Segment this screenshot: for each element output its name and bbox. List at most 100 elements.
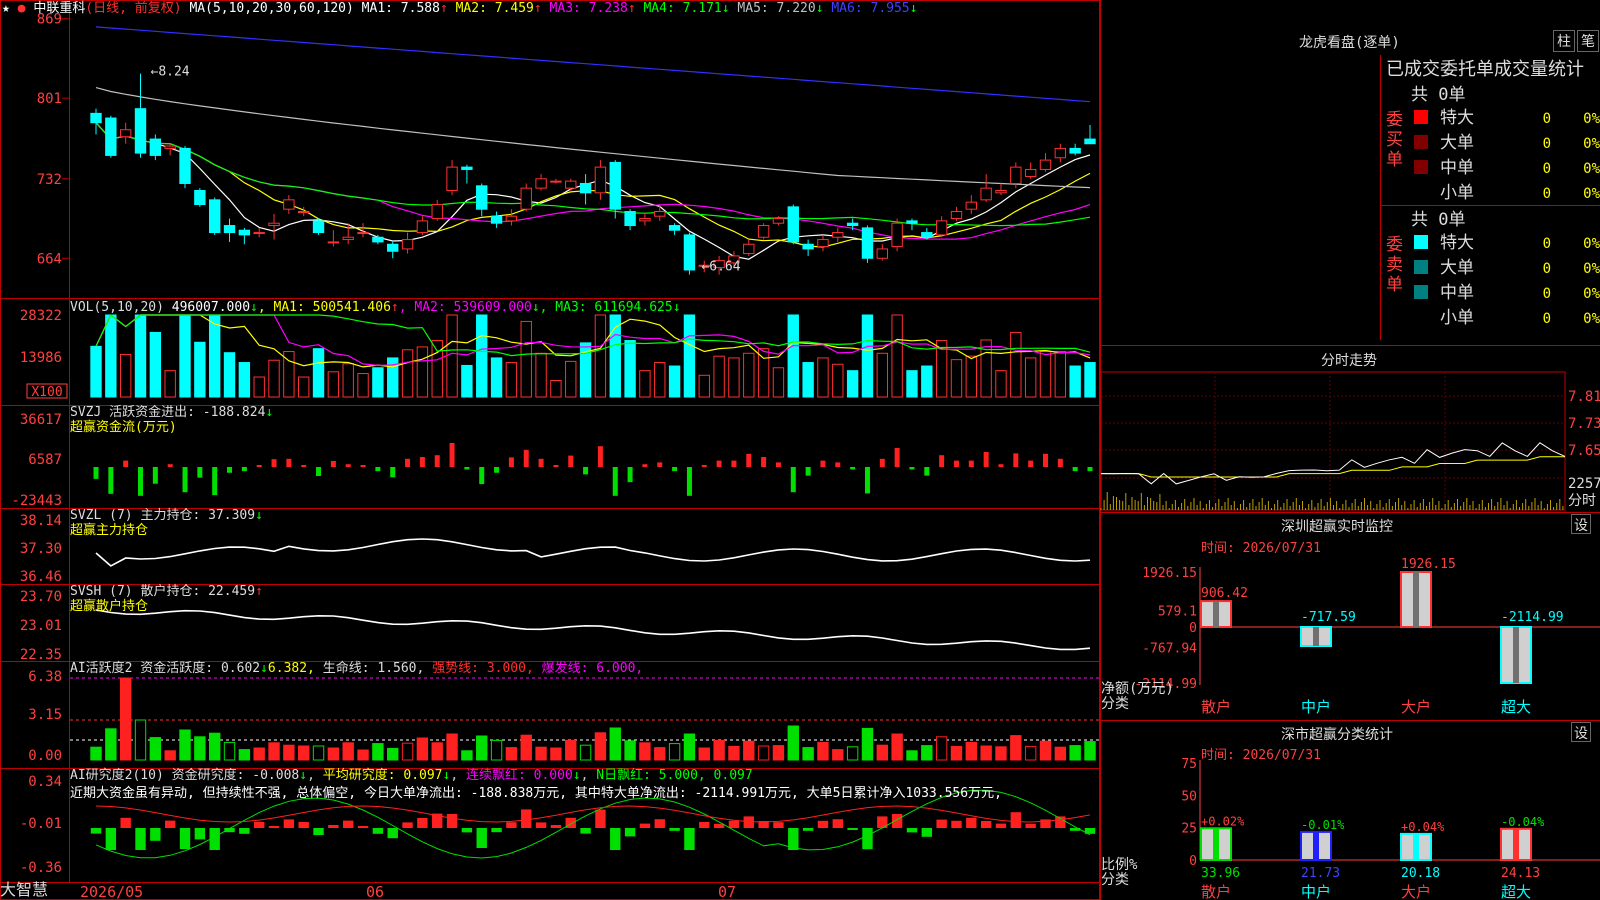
volume-bar (268, 359, 280, 398)
stat-tabs[interactable]: 已成交委托单成交量统计 (1386, 55, 1584, 81)
activity-bar (490, 739, 503, 761)
volume-bar (832, 363, 844, 398)
activity-bar (149, 737, 162, 761)
activity-bar (639, 742, 651, 761)
research-bar (580, 828, 591, 834)
research-bar (461, 828, 473, 833)
sz-monitor-settings-button[interactable]: 设 (1571, 514, 1591, 534)
candle-body (1069, 147, 1081, 154)
research-bar (491, 828, 502, 833)
star-icon[interactable]: ★ (2, 1, 10, 16)
zhu-button[interactable]: 柱 (1553, 30, 1575, 52)
fund-flow-bar (998, 464, 1004, 467)
research-bar (817, 820, 829, 828)
ma-arrow: ↑ (533, 1, 550, 16)
fund-flow-bar (1042, 453, 1048, 467)
activity-bar (416, 737, 429, 761)
ai1-tick-label: 0.00 (28, 748, 62, 764)
activity-bar (387, 747, 399, 761)
activity-bar (980, 745, 992, 761)
candle-body (846, 222, 859, 227)
activity-bar (698, 747, 710, 761)
activity-bar (906, 750, 918, 761)
vol-ma-item: , MA2: 539609.000 (398, 300, 532, 315)
fund-flow-bar (805, 467, 811, 476)
candle-body (342, 236, 354, 241)
activity-bar (861, 727, 874, 761)
candle-body (891, 222, 903, 248)
fund-flow-bar (271, 459, 277, 467)
volume-bar (401, 349, 414, 398)
ma-item: MA5: 7.220 (737, 1, 816, 16)
vol-ma-item: , MA1: 500541.406 (257, 300, 391, 315)
activity-bar (312, 745, 325, 761)
activity-bar (134, 719, 147, 761)
research-bar (639, 823, 651, 828)
volume-bar (654, 362, 666, 398)
research-bar (936, 819, 947, 828)
volume-bar (683, 314, 696, 398)
ma-arrow: ↓ (909, 1, 918, 16)
candle-body (223, 225, 236, 234)
fund-flow-bar (553, 465, 559, 467)
fenshi-title: 分时走势 (1321, 353, 1377, 369)
volume-bar (772, 367, 785, 398)
ai1-label: AI活跃度2 资金活跃度: 0.602 (70, 661, 261, 676)
candle-body (757, 225, 770, 238)
svzl-arrow: ↓ (255, 508, 263, 523)
fund-flow-bar (701, 465, 707, 467)
research-bar (521, 809, 532, 828)
fund-flow-bar (330, 461, 336, 467)
research-bar (387, 828, 398, 839)
candle-body (327, 241, 340, 244)
volume-bar (639, 370, 651, 398)
candle-body (164, 145, 176, 149)
candle-body (683, 234, 696, 271)
bi-button[interactable]: 笔 (1577, 30, 1599, 52)
candle-body (1039, 159, 1052, 170)
research-bar (446, 814, 458, 828)
volume-bar (1039, 351, 1052, 398)
ai2-tick-label: -0.36 (20, 860, 62, 876)
fund-flow-bar (790, 467, 796, 493)
fund-flow-bar (523, 449, 529, 467)
sz-monitor-time: 时间: 2026/07/31 (1201, 541, 1321, 556)
fund-flow-bar (924, 467, 930, 476)
price-tick-label: 664 (37, 251, 62, 267)
volume-bar (950, 359, 963, 398)
color-dot-icon: ● (17, 1, 26, 16)
candle-body (357, 232, 369, 235)
fund-flow-bar (212, 467, 218, 496)
research-bar (135, 828, 146, 850)
fund-flow-bar (612, 467, 618, 496)
activity-bar (1024, 745, 1037, 761)
fund-flow-bar (583, 467, 589, 475)
research-bar (669, 828, 680, 831)
svsh-sub: 超赢散户持仓 (70, 599, 149, 614)
activity-bar (728, 745, 740, 761)
activity-bar (446, 733, 458, 761)
vol-ma-arrow: ↓ (531, 300, 540, 315)
activity-bar (357, 749, 369, 761)
svsh-header: SVSH (7) 散户持仓: 22.459↑ 超赢散户持仓 (70, 584, 263, 614)
research-bar (862, 828, 873, 850)
volume-bar (757, 348, 770, 398)
fund-flow-bar (167, 464, 173, 467)
vol-unit-label: X100 (31, 385, 62, 400)
volume-bar (505, 362, 518, 398)
activity-bar (594, 732, 607, 761)
svzl-tick-label: 36.46 (20, 569, 62, 585)
cls-stat-settings-button[interactable]: 设 (1571, 722, 1591, 742)
fund-flow-bar (820, 460, 826, 467)
ai2-red: 连续飘红: 0.000 (466, 768, 573, 783)
vol-ma-arrow: ↑ (390, 300, 399, 315)
activity-bar (476, 735, 488, 761)
activity-bar (208, 732, 221, 761)
fund-flow-bar (1028, 460, 1034, 467)
volume-bar (787, 314, 799, 398)
activity-bar (520, 734, 532, 761)
volume-bar (713, 355, 725, 398)
fund-flow-bar (390, 467, 396, 478)
fund-flow-bar (983, 452, 989, 467)
activity-bar (90, 746, 102, 761)
